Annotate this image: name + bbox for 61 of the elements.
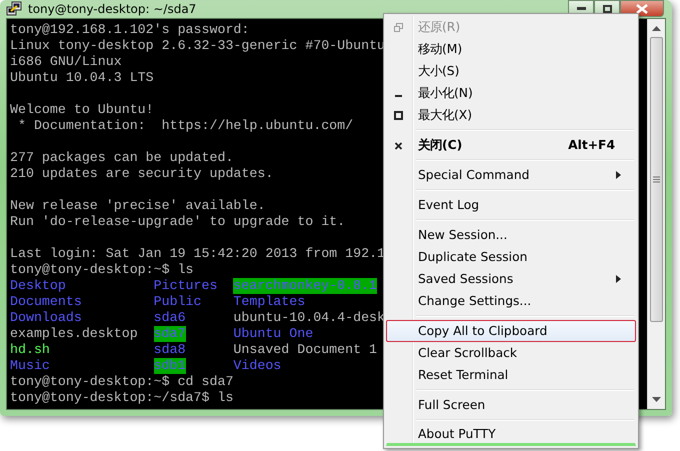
scroll-down-icon[interactable]: [652, 397, 661, 403]
menu-item[interactable]: Full Screen: [386, 394, 636, 416]
file-name: searchmonkey-0.8.1: [233, 278, 378, 294]
terminal-line: Ubuntu 10.04.3 LTS: [10, 70, 154, 86]
window-title: tony@tony-desktop: ~/sda7: [28, 2, 196, 16]
scroll-up-icon[interactable]: [652, 25, 661, 31]
menu-item[interactable]: Copy All to Clipboard: [386, 320, 636, 342]
scrollbar[interactable]: [647, 19, 665, 409]
menu-item[interactable]: 最小化(N): [386, 82, 636, 104]
file-name: sdb1: [154, 358, 186, 374]
terminal-line: * Documentation: https://help.ubuntu.com/: [16, 118, 354, 134]
menu-item[interactable]: Saved Sessions: [386, 268, 636, 290]
file-name: Pictures: [154, 278, 218, 294]
terminal-computer-icon: [6, 1, 22, 17]
menu-item[interactable]: Special Command: [386, 164, 636, 186]
terminal-line: i686 GNU/Linux: [10, 54, 122, 70]
close-icon: [394, 141, 403, 150]
file-name: Public: [154, 294, 202, 310]
menu-item[interactable]: Event Log: [386, 194, 636, 216]
menu-item[interactable]: Duplicate Session: [386, 246, 636, 268]
file-name: Ubuntu One: [233, 326, 314, 342]
maximize-icon: [394, 111, 403, 120]
file-name: sda7: [154, 326, 186, 342]
file-name: Unsaved Document 1: [233, 342, 378, 358]
terminal-line: tony@192.168.1.102's password:: [10, 22, 250, 38]
minimize-icon: [576, 7, 586, 10]
file-name: sda8: [154, 342, 186, 358]
menu-item[interactable]: 移动(M): [386, 38, 636, 60]
scrollbar-thumb[interactable]: [650, 37, 663, 322]
file-name: Music: [10, 358, 50, 374]
terminal-line: Last login: Sat Jan 19 15:42:20 2013 from 192.1: [10, 246, 386, 262]
terminal-line: Run 'do-release-upgrade' to upgrade to it.: [10, 214, 346, 230]
terminal-line: tony@tony-desktop:~$ ls: [10, 262, 194, 278]
close-button[interactable]: [620, 0, 664, 17]
terminal-line: tony@tony-desktop:~/sda7$ ls: [10, 390, 234, 406]
menu-item[interactable]: New Session...: [386, 224, 636, 246]
file-name: Templates: [233, 294, 306, 310]
terminal-line: Linux tony-desktop 2.6.32-33-generic #70-Ubuntu: [10, 38, 386, 54]
menu-item[interactable]: 最大化(X): [386, 104, 636, 126]
file-name: examples.desktop: [10, 326, 138, 342]
file-name: ubuntu-10.04.4-desk: [233, 310, 386, 326]
menu-item[interactable]: Change Settings...: [386, 290, 636, 312]
terminal-line: tony@tony-desktop:~$ cd sda7: [10, 374, 234, 390]
file-name: Documents: [10, 294, 82, 310]
menu-item[interactable]: 关闭(C) Alt+F4: [386, 134, 636, 156]
close-icon: [636, 4, 648, 14]
terminal-line: New release 'precise' available.: [10, 198, 266, 214]
menu-item[interactable]: About PuTTY: [386, 424, 636, 446]
file-name: hd.sh: [10, 342, 50, 358]
terminal-line: 210 updates are security updates.: [10, 166, 274, 182]
file-name: Videos: [233, 358, 282, 374]
terminal-line: Welcome to Ubuntu!: [10, 102, 154, 118]
menu-item[interactable]: 大小(S): [386, 60, 636, 82]
file-name: Downloads: [10, 310, 82, 326]
restore-icon: [394, 23, 403, 32]
file-name: Desktop: [10, 278, 66, 294]
maximize-icon: [602, 4, 612, 12]
menu-item[interactable]: Reset Terminal: [386, 364, 636, 386]
file-name: sda6: [154, 310, 186, 326]
terminal-line: 277 packages can be updated.: [10, 150, 234, 166]
menu-item[interactable]: Clear Scrollback: [386, 342, 636, 364]
